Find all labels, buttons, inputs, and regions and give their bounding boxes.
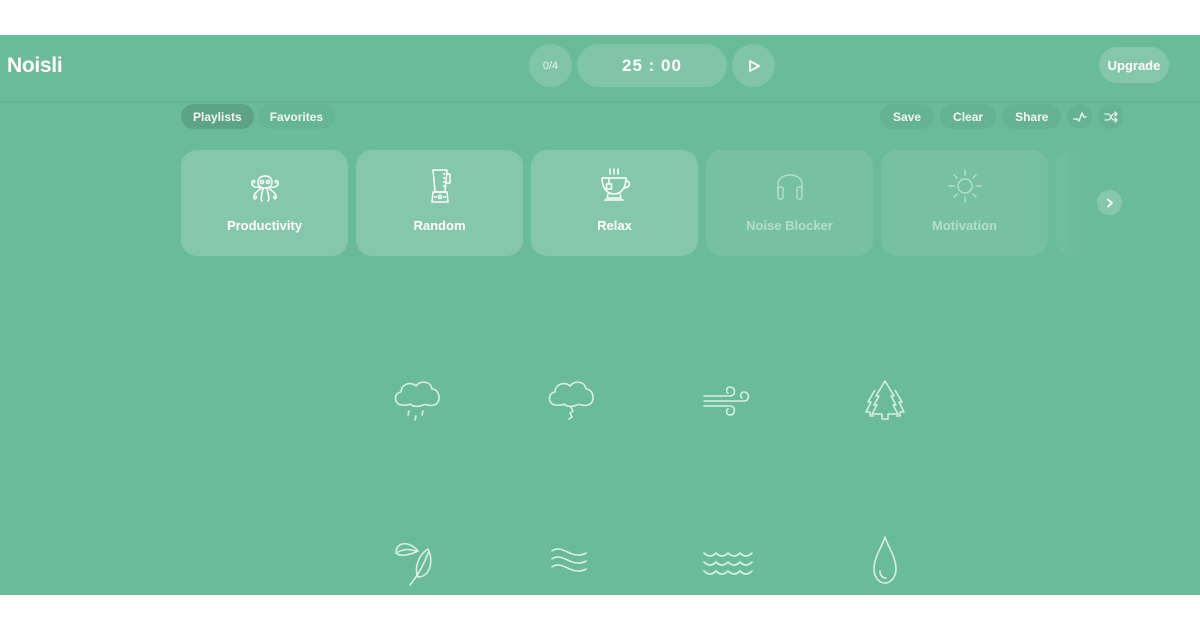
sound-thunderstorm[interactable] [538, 365, 608, 435]
carousel-fade [1037, 150, 1097, 256]
playlist-carousel: Productivity Random Relax Noise Blocker … [181, 150, 1097, 256]
sound-wind[interactable] [694, 365, 764, 435]
timer-wave-button[interactable] [1067, 104, 1093, 129]
play-button[interactable] [732, 44, 775, 87]
leaves-icon [395, 542, 432, 586]
sound-leaves[interactable] [384, 525, 454, 595]
chevron-right-icon [1106, 198, 1113, 207]
thunder-cloud-icon [548, 381, 594, 420]
headphones-icon [776, 174, 803, 200]
playlist-card-motivation[interactable]: Motivation [881, 150, 1048, 256]
header: Noisli 0/4 25 : 00 Upgrade [0, 35, 1200, 102]
sound-seaside[interactable] [694, 525, 764, 595]
sound-rain[interactable] [384, 365, 454, 435]
playlist-label: Noise Blocker [746, 218, 833, 233]
sound-water[interactable] [850, 525, 920, 595]
forest-icon [865, 380, 905, 420]
shuffle-button[interactable] [1098, 104, 1124, 129]
tab-favorites[interactable]: Favorites [258, 104, 335, 129]
noisli-app: Noisli 0/4 25 : 00 Upgrade Playlists Fav… [0, 35, 1200, 595]
sound-stream[interactable] [538, 525, 608, 595]
playlist-card-productivity[interactable]: Productivity [181, 150, 348, 256]
play-icon [748, 59, 760, 72]
playlist-card-noise-blocker[interactable]: Noise Blocker [706, 150, 873, 256]
timer-display[interactable]: 25 : 00 [577, 44, 727, 87]
save-button[interactable]: Save [880, 104, 935, 129]
playlist-label: Random [413, 218, 466, 233]
clear-button[interactable]: Clear [940, 104, 997, 129]
share-button[interactable]: Share [1002, 104, 1062, 129]
shuffle-icon [1104, 110, 1118, 123]
teacup-icon [600, 168, 630, 201]
rain-cloud-icon [394, 381, 440, 421]
playlist-card-relax[interactable]: Relax [531, 150, 698, 256]
upgrade-button[interactable]: Upgrade [1099, 47, 1169, 83]
sound-forest[interactable] [850, 365, 920, 435]
stream-icon [551, 548, 587, 572]
timer-wave-icon [1073, 111, 1087, 122]
tab-playlists[interactable]: Playlists [181, 104, 254, 129]
playlist-label: Productivity [226, 218, 303, 233]
mix-actions: Save Clear Share [880, 104, 1124, 129]
pomodoro-counter[interactable]: 0/4 [529, 44, 572, 87]
playlist-label: Relax [597, 218, 632, 233]
blender-icon [430, 169, 451, 203]
waves-icon [703, 551, 753, 575]
carousel-next-button[interactable] [1097, 190, 1122, 215]
wind-icon [703, 386, 750, 416]
playlist-card-random[interactable]: Random [356, 150, 523, 256]
octopus-icon [250, 175, 279, 202]
playlist-tabs: Playlists Favorites [181, 104, 335, 129]
timer-group: 0/4 25 : 00 [529, 44, 775, 87]
water-drop-icon [873, 536, 897, 584]
logo[interactable]: Noisli [7, 54, 63, 78]
sun-icon [947, 169, 982, 203]
playlist-label: Motivation [932, 218, 997, 233]
